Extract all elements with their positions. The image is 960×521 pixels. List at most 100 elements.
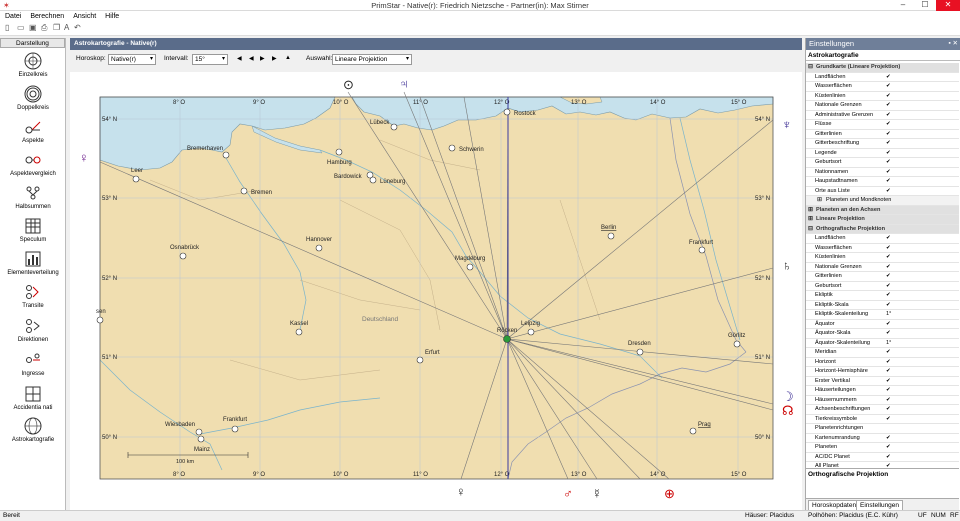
print-icon[interactable]: ⎙ — [41, 23, 47, 33]
nav-elementeverteilung[interactable]: Elementeverteilung — [0, 250, 66, 276]
setting-row[interactable]: Kartenumrandung ✔ — [806, 434, 959, 444]
nav-speculum[interactable]: Speculum — [0, 217, 66, 243]
setting-value[interactable]: ✔ — [886, 282, 891, 292]
new-file-icon[interactable]: ▯ — [5, 23, 9, 32]
setting-row[interactable]: Flüsse ✔ — [806, 120, 959, 130]
nav-aspekte[interactable]: Aspekte — [0, 118, 66, 144]
setting-row[interactable]: Häusernummern ✔ — [806, 396, 959, 405]
setting-value[interactable]: ✔ — [886, 234, 891, 244]
nav-up-button[interactable]: ▲ — [285, 55, 291, 61]
undo-icon[interactable]: ↶ — [74, 23, 81, 32]
nav-direktionen[interactable]: Direktionen — [0, 317, 66, 343]
setting-value[interactable]: ✔ — [886, 139, 891, 149]
astrocartography-map[interactable]: 8° O 8° O 9° O 9° O 10° O 10° O 11° O 11° O 12° … — [70, 72, 802, 510]
setting-row[interactable]: Ekliptik-Skala ✔ — [806, 301, 959, 311]
nav-doppelkreis[interactable]: Doppelkreis — [0, 85, 66, 111]
nav-first-button[interactable]: ◀ — [237, 55, 242, 62]
setting-value[interactable]: ✔ — [886, 187, 891, 197]
setting-row[interactable]: All Planet ✔ — [806, 462, 959, 467]
panel-pin-close-buttons[interactable]: ▪ ✕ — [948, 38, 958, 50]
nav-aspektevergleich[interactable]: Aspektevergleich — [0, 151, 66, 177]
nav-halbsummen[interactable]: Halbsummen — [0, 184, 66, 210]
setting-row[interactable]: Meridian ✔ — [806, 348, 959, 358]
save-icon[interactable]: ▣ — [29, 23, 37, 32]
setting-row[interactable]: Legende ✔ — [806, 149, 959, 159]
setting-row[interactable]: Gitterlinien ✔ — [806, 272, 959, 282]
nav-accidentia[interactable]: Accidentia nati — [0, 385, 66, 411]
nav-astrokartografie[interactable]: Astrokartografie — [0, 417, 66, 443]
document-tab[interactable]: Astrokartografie - Native(r) — [70, 38, 802, 50]
setting-section[interactable]: ⊞ Planeten und Mondknoten — [806, 196, 959, 206]
setting-value[interactable]: 1° — [886, 310, 891, 320]
nav-prev-button[interactable]: ◀ — [249, 55, 254, 62]
text-icon[interactable]: A — [64, 23, 69, 32]
setting-value[interactable]: ✔ — [886, 405, 891, 415]
setting-section[interactable]: ⊟ Grundkarte (Lineare Projektion) — [806, 63, 959, 73]
close-button[interactable]: ✕ — [936, 0, 960, 11]
nav-last-button[interactable]: ▶ — [272, 55, 277, 62]
setting-value[interactable]: ✔ — [886, 244, 891, 254]
setting-value[interactable]: ✔ — [886, 291, 891, 301]
setting-value[interactable]: ✔ — [886, 101, 891, 111]
setting-row[interactable]: Nationale Grenzen ✔ — [806, 263, 959, 273]
setting-row[interactable]: Äquator ✔ — [806, 320, 959, 330]
setting-value[interactable]: ✔ — [886, 168, 891, 178]
menu-datei[interactable]: Datei — [0, 11, 25, 20]
setting-value[interactable]: ✔ — [886, 177, 891, 187]
setting-row[interactable]: Achsenbeschriftungen ✔ — [806, 405, 959, 415]
expand-toggle-icon[interactable]: ⊞ — [808, 215, 813, 225]
setting-row[interactable]: Landflächen ✔ — [806, 234, 959, 244]
setting-value[interactable]: ✔ — [886, 443, 891, 453]
setting-row[interactable]: Erster Vertikal ✔ — [806, 377, 959, 386]
setting-row[interactable]: Nationnamen ✔ — [806, 168, 959, 178]
menu-ansicht[interactable]: Ansicht — [68, 11, 100, 20]
setting-row[interactable]: Geburtsort ✔ — [806, 282, 959, 292]
setting-value[interactable]: ✔ — [886, 149, 891, 159]
setting-value[interactable]: ✔ — [886, 348, 891, 358]
setting-row[interactable]: Küstenlinien ✔ — [806, 253, 959, 263]
setting-value[interactable]: ✔ — [886, 386, 891, 396]
setting-row[interactable]: Horizont ✔ — [806, 358, 959, 368]
setting-value[interactable]: ✔ — [886, 92, 891, 102]
maximize-button[interactable]: ☐ — [914, 0, 936, 11]
setting-value[interactable]: ✔ — [886, 111, 891, 121]
menu-berechnen[interactable]: Berechnen — [25, 11, 68, 20]
intervall-select[interactable]: 15° — [192, 54, 228, 65]
tab-einstellungen[interactable]: Einstellungen — [856, 500, 904, 510]
setting-value[interactable]: ✔ — [886, 130, 891, 140]
setting-row[interactable]: Äquator-Skala ✔ — [806, 329, 959, 339]
setting-row[interactable]: Nationale Grenzen ✔ — [806, 101, 959, 111]
expand-toggle-icon[interactable]: ⊟ — [808, 63, 813, 73]
setting-value[interactable]: ✔ — [886, 329, 891, 339]
setting-value[interactable]: ✔ — [886, 415, 891, 425]
setting-value[interactable]: ✔ — [886, 158, 891, 168]
setting-row[interactable]: Haupstadtnamen ✔ — [806, 177, 959, 187]
setting-value[interactable]: ✔ — [886, 73, 891, 83]
expand-toggle-icon[interactable]: ⊞ — [817, 196, 822, 206]
setting-row[interactable]: Ekliptik ✔ — [806, 291, 959, 301]
setting-row[interactable]: Horizont-Hemisphäre ✔ — [806, 367, 959, 377]
setting-value[interactable]: ✔ — [886, 358, 891, 368]
setting-section[interactable]: ⊟ Orthografische Projektion — [806, 224, 959, 234]
setting-value[interactable]: ✔ — [886, 462, 891, 467]
setting-value[interactable]: ✔ — [886, 301, 891, 311]
setting-value[interactable]: ✔ — [886, 434, 891, 444]
setting-row[interactable]: Äquator-Skalenteilung 1° — [806, 339, 959, 348]
setting-value[interactable]: ✔ — [886, 453, 891, 463]
setting-value[interactable]: ✔ — [886, 320, 891, 330]
setting-section[interactable]: ⊞ Planeten an den Achsen — [806, 205, 959, 215]
setting-row[interactable]: Ekliptik-Skalenteilung 1° — [806, 310, 959, 320]
auswahl-select[interactable]: Lineare Projektion — [332, 54, 412, 65]
horoskop-select[interactable]: Native(r) — [108, 54, 156, 65]
setting-value[interactable]: ✔ — [886, 367, 891, 377]
open-folder-icon[interactable]: ▭ — [17, 23, 25, 32]
setting-row[interactable]: Planetenrichtungen — [806, 424, 959, 434]
setting-row[interactable]: AC/DC Planet ✔ — [806, 453, 959, 463]
setting-value[interactable]: ✔ — [886, 263, 891, 273]
copy-icon[interactable]: ❐ — [53, 23, 60, 32]
nav-next-button[interactable]: ▶ — [260, 55, 265, 62]
minimize-button[interactable]: – — [892, 0, 914, 11]
setting-row[interactable]: Administrative Grenzen ✔ — [806, 111, 959, 121]
setting-row[interactable]: Gitterbeschriftung ✔ — [806, 139, 959, 149]
setting-row[interactable]: Häuserteilungen ✔ — [806, 386, 959, 396]
